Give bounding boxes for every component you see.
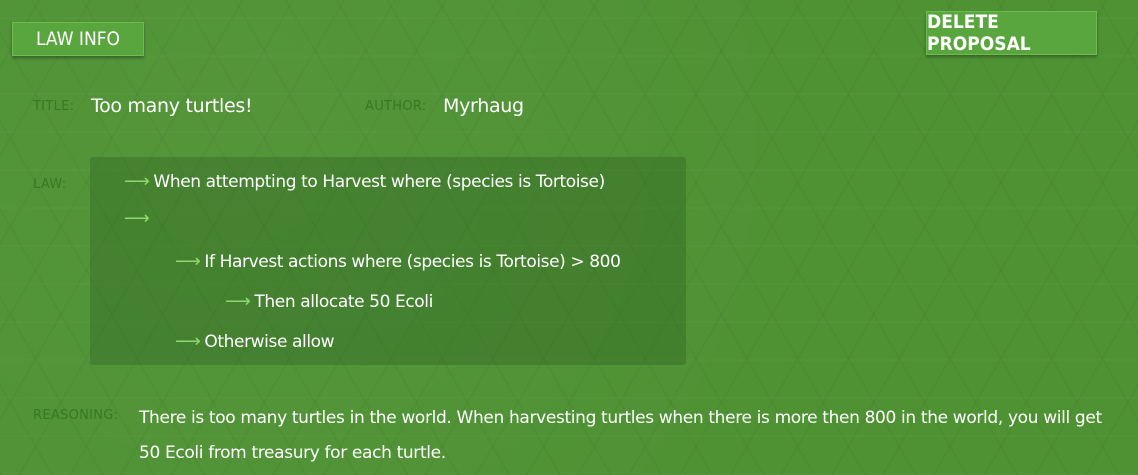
law-line-empty: ⟶	[124, 208, 153, 229]
right-arrow-icon: ⟶	[175, 251, 201, 272]
law-line-text: Then allocate 50 Ecoli	[254, 291, 433, 312]
reasoning-label: REASONING:	[33, 408, 119, 423]
law-line-condition: ⟶ When attempting to Harvest where (spec…	[124, 171, 605, 192]
law-label: LAW:	[33, 177, 67, 192]
title-value: Too many turtles!	[91, 95, 253, 117]
title-label: TITLE:	[33, 99, 75, 114]
right-arrow-icon: ⟶	[225, 291, 251, 312]
right-arrow-icon: ⟶	[124, 171, 150, 192]
law-line-otherwise: ⟶ Otherwise allow	[175, 331, 335, 352]
law-line-if: ⟶ If Harvest actions where (species is T…	[175, 251, 621, 272]
law-line-text: When attempting to Harvest where (specie…	[153, 171, 605, 192]
law-info-tab: LAW INFO	[12, 22, 144, 56]
law-line-then: ⟶ Then allocate 50 Ecoli	[225, 291, 433, 312]
reasoning-text: There is too many turtles in the world. …	[139, 408, 1102, 463]
law-line-text: Otherwise allow	[204, 331, 335, 352]
delete-proposal-button[interactable]: DELETE PROPOSAL	[926, 11, 1097, 55]
author-label: AUTHOR:	[365, 99, 427, 114]
right-arrow-icon: ⟶	[124, 208, 150, 229]
author-value: Myrhaug	[443, 95, 524, 117]
right-arrow-icon: ⟶	[175, 331, 201, 352]
law-line-text: If Harvest actions where (species is Tor…	[204, 251, 621, 272]
